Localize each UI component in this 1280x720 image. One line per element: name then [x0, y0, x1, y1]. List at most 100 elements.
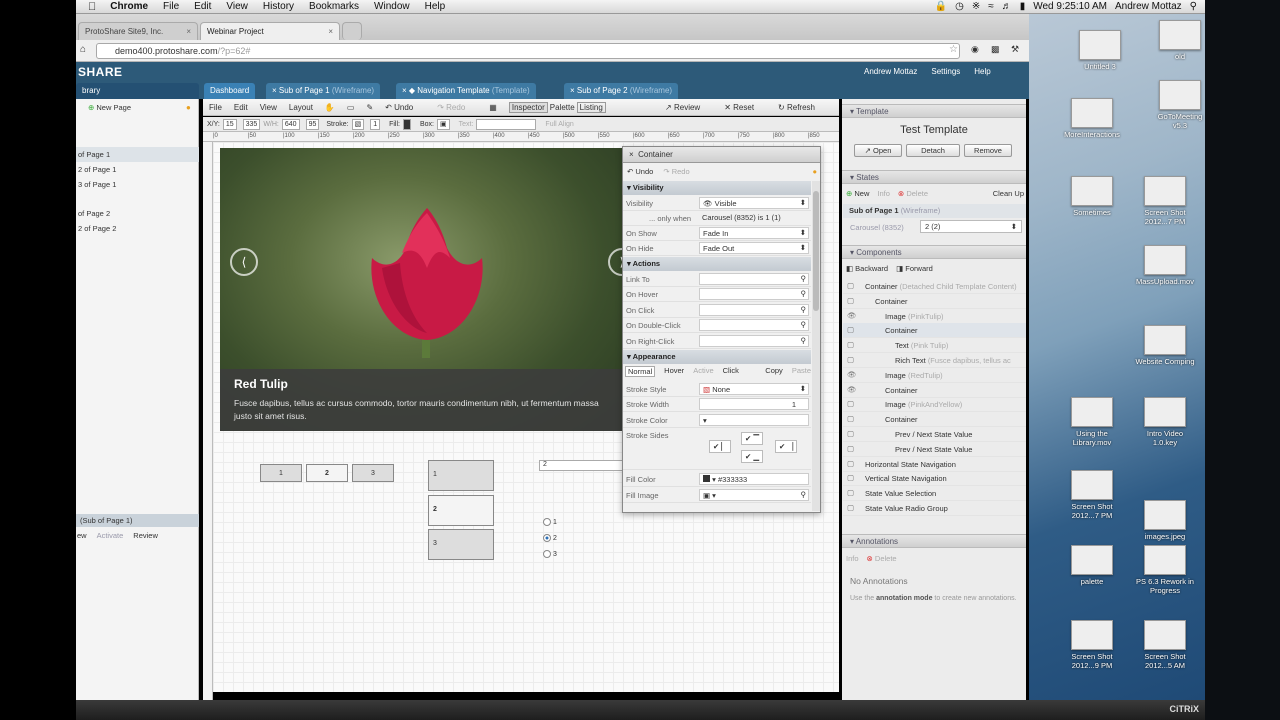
palette-button[interactable]: Palette	[550, 103, 575, 112]
stroke-bottom-toggle[interactable]: ✔ ▁	[741, 450, 764, 463]
tree-item[interactable]: ▢ Container	[843, 323, 1026, 339]
close-icon[interactable]: ×	[629, 150, 634, 159]
search-icon[interactable]: ⚲	[801, 274, 807, 283]
backward-button[interactable]: ◧ Backward	[846, 264, 888, 273]
visibility-toggle-icon[interactable]: ▢	[847, 414, 854, 423]
remove-button[interactable]: Remove	[964, 144, 1012, 157]
tab-active[interactable]: Active	[693, 366, 713, 377]
tab-sub-of-page-1[interactable]: × Sub of Page 1 (Wireframe)	[266, 83, 381, 99]
carousel-prev-button[interactable]: ⟨	[230, 248, 258, 276]
tab-sub-of-page-2[interactable]: × Sub of Page 2 (Wireframe)	[564, 83, 679, 99]
tab-hover[interactable]: Hover	[664, 366, 684, 377]
visibility-toggle-icon[interactable]: ▢	[847, 503, 854, 512]
menu-window[interactable]: Window	[374, 1, 410, 12]
redo-button[interactable]: ↷ Redo	[663, 167, 689, 176]
on-hover-input[interactable]: ⚲	[699, 288, 809, 300]
x-input[interactable]: 15	[222, 118, 237, 130]
on-hide-select[interactable]: Fade Out ⬍	[699, 242, 809, 254]
on-show-select[interactable]: Fade In ⬍	[699, 227, 809, 239]
vnav-button-2[interactable]: 2	[428, 495, 494, 526]
star-icon[interactable]: ☆	[949, 44, 958, 55]
info-button[interactable]: Info	[846, 554, 859, 563]
radio-3[interactable]: 3	[543, 550, 557, 558]
tree-item[interactable]: ▢ Container (Detached Child Template Cont…	[843, 279, 1026, 294]
list-item[interactable]: of Page 1	[76, 147, 199, 162]
menu-chrome[interactable]: Chrome	[110, 1, 148, 12]
detach-button[interactable]: Detach	[906, 144, 960, 157]
hand-icon[interactable]: ✋	[325, 103, 335, 112]
template-panel-header[interactable]: ▾ Template	[842, 104, 1026, 118]
search-icon[interactable]: ⚲	[801, 305, 807, 314]
url-field[interactable]: demo400.protoshare.com/?p=62#	[96, 43, 960, 59]
desktop-icon[interactable]: PS 6.3 Rework in Progress	[1135, 545, 1195, 595]
library-tab[interactable]: brary	[76, 83, 199, 99]
stroke-width-input[interactable]: 1	[699, 398, 809, 410]
stroke-width-input[interactable]: 1	[370, 118, 381, 130]
browser-tab-2[interactable]: Webinar Project ×	[200, 22, 340, 40]
annotations-panel-header[interactable]: ▾ Annotations	[842, 534, 1026, 548]
section-visibility[interactable]: ▾ Visibility	[623, 181, 811, 195]
menu-view[interactable]: View	[226, 1, 248, 12]
fill-color-swatch[interactable]	[402, 118, 411, 130]
visibility-toggle-icon[interactable]: ▢	[847, 281, 854, 290]
search-icon[interactable]: ⚲	[801, 320, 807, 329]
close-icon[interactable]: ×	[186, 27, 191, 36]
tree-item[interactable]: 👁 Image (PinkTulip)	[843, 309, 1026, 324]
box-select[interactable]: ▣	[437, 118, 450, 130]
tree-item[interactable]: ▢ Container	[843, 294, 1026, 309]
extension-icon[interactable]: ◉	[971, 44, 979, 55]
menu-layout[interactable]: Layout	[289, 103, 313, 112]
tree-item[interactable]: ▢ State Value Selection	[843, 486, 1026, 502]
wrench-icon[interactable]: ⚒	[1011, 44, 1019, 55]
list-item[interactable]: 2 of Page 1	[76, 162, 199, 177]
link-to-input[interactable]: ⚲	[699, 273, 809, 285]
inspector-button[interactable]: Inspector	[508, 101, 548, 113]
time-machine-icon[interactable]: ◷	[955, 1, 964, 12]
desktop-icon[interactable]: MassUpload.mov	[1135, 245, 1195, 286]
extension-icon[interactable]: ▩	[991, 44, 1000, 55]
hnav-button-3[interactable]: 3	[352, 464, 394, 482]
scroll-thumb[interactable]	[813, 191, 819, 311]
stroke-style-select[interactable]: ▧	[351, 118, 365, 130]
stroke-color-select[interactable]: ▾	[699, 414, 809, 426]
visibility-toggle-icon[interactable]: 👁	[847, 311, 857, 320]
tab-navigation-template[interactable]: × ◆ Navigation Template (Template)	[396, 83, 536, 99]
menu-file[interactable]: File	[209, 103, 222, 112]
tree-item[interactable]: 👁 Image (RedTulip)	[843, 368, 1026, 383]
tree-item[interactable]: ▢ Container	[843, 412, 1026, 428]
text-select[interactable]	[476, 118, 537, 130]
fill-image-input[interactable]: ▣ ▾ ⚲	[699, 489, 809, 501]
visibility-toggle-icon[interactable]: ▢	[847, 444, 854, 453]
tree-item[interactable]: ▢ Vertical State Navigation	[843, 471, 1026, 487]
desktop-icon[interactable]: palette	[1062, 545, 1122, 586]
components-panel-header[interactable]: ▾ Components	[842, 245, 1026, 259]
spotlight-icon[interactable]: ⚲	[1190, 1, 1197, 12]
menubar-clock[interactable]: Wed 9:25:10 AM	[1033, 1, 1107, 12]
stroke-style-select[interactable]: ▧ None ⬍	[699, 383, 809, 395]
tree-item[interactable]: ▢ Rich Text (Fusce dapibus, tellus ac	[843, 353, 1026, 368]
list-item[interactable]: 3 of Page 1	[76, 177, 199, 192]
new-state-button[interactable]: ⊕ New	[846, 189, 869, 198]
carousel-next-button[interactable]: ⟩	[608, 248, 622, 276]
stroke-top-toggle[interactable]: ✔ ▔	[741, 432, 764, 445]
visibility-toggle-icon[interactable]: ▢	[847, 488, 854, 497]
visibility-toggle-icon[interactable]: 👁	[847, 370, 857, 379]
search-icon[interactable]: ⚲	[801, 490, 807, 499]
paste-button[interactable]: Paste	[792, 366, 811, 377]
desktop-icon[interactable]: Screen Shot 2012...7 PM	[1062, 470, 1122, 520]
inspector-scrollbar[interactable]	[812, 181, 820, 511]
desktop-icon[interactable]: Screen Shot 2012...5 AM	[1135, 620, 1195, 670]
new-page-button[interactable]: ⊕ New Page	[88, 103, 131, 112]
activate-button[interactable]: Activate	[97, 531, 124, 540]
hnav-button-1[interactable]: 1	[260, 464, 302, 482]
grid-icon[interactable]: ▦	[489, 103, 497, 112]
pencil-icon[interactable]: ✎	[366, 103, 373, 112]
h-input[interactable]: 95	[305, 118, 320, 130]
desktop-icon[interactable]: Untitled 3	[1070, 30, 1130, 71]
desktop-icon[interactable]: MoreInteractions	[1062, 98, 1122, 139]
refresh-button[interactable]: ↻ Refresh	[778, 103, 827, 112]
delete-button[interactable]: ⊗ Delete	[898, 189, 928, 198]
battery-icon[interactable]: ▮	[1020, 1, 1026, 12]
apple-icon[interactable]: 	[88, 1, 96, 13]
close-icon[interactable]: ×	[328, 27, 333, 36]
